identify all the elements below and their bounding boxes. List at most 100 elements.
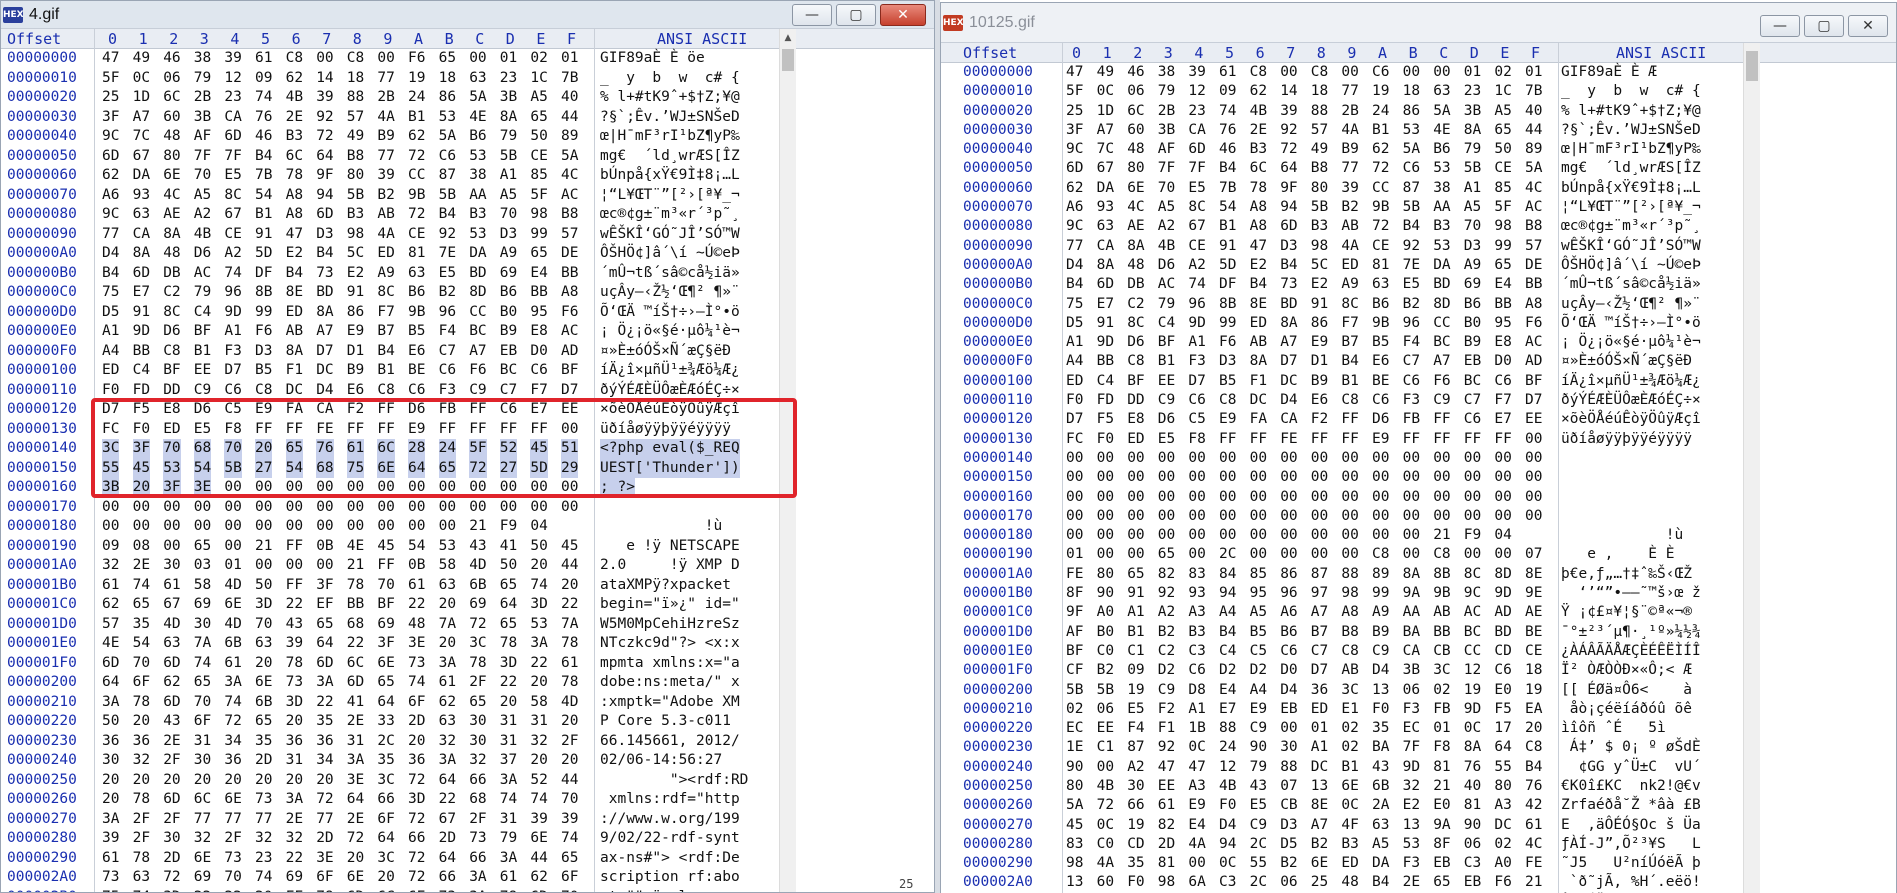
hex-byte: 5B bbox=[1310, 199, 1329, 216]
ascii-text: [[ ÉØä¤Ô6< à bbox=[1561, 681, 1692, 698]
hex-byte: DA bbox=[469, 245, 487, 261]
hex-byte: C6 bbox=[1494, 662, 1512, 679]
hex-byte: 00 bbox=[530, 479, 548, 495]
hex-byte: 02 bbox=[530, 50, 548, 66]
hex-byte: A8 bbox=[1341, 604, 1359, 621]
hex-byte: BB bbox=[1525, 276, 1543, 293]
hex-byte: A9 bbox=[1463, 256, 1482, 273]
hex-byte: F2 bbox=[1310, 411, 1329, 428]
hex-byte: 00 bbox=[1525, 507, 1543, 524]
right-hex-window: HEX 10125.gif — ▢ ✕ Offset 0 1 2 3 4 5 6 7 8 9 A B C D… bbox=[940, 2, 1897, 893]
hex-byte: 78 bbox=[1249, 179, 1268, 196]
hex-byte: D7 bbox=[1310, 662, 1329, 679]
hex-byte: 02 bbox=[1494, 64, 1512, 80]
right-maximize-button[interactable]: ▢ bbox=[1804, 15, 1844, 37]
hex-byte: 00 bbox=[1341, 527, 1359, 544]
hex-byte: 70 bbox=[561, 888, 578, 893]
hex-byte: D5 bbox=[1280, 835, 1298, 852]
hex-byte: C9 bbox=[1157, 681, 1176, 698]
row-offset: 00000040 bbox=[7, 128, 77, 144]
hex-byte: FD bbox=[1096, 392, 1115, 409]
hex-byte: 20 bbox=[255, 654, 273, 671]
hex-byte: 00 bbox=[255, 557, 273, 573]
hex-byte: 00 bbox=[1157, 488, 1176, 505]
hex-byte: F3 bbox=[1402, 855, 1421, 872]
right-scrollbar[interactable] bbox=[1743, 43, 1760, 893]
hex-byte: 61 bbox=[499, 869, 518, 885]
hex-byte: E5 bbox=[1249, 797, 1268, 814]
hex-byte: E6 bbox=[408, 342, 426, 359]
left-scrollbar[interactable]: ▲ bbox=[779, 29, 796, 892]
hex-byte: A8 bbox=[1249, 218, 1268, 235]
hex-byte: FF bbox=[285, 576, 304, 593]
hex-byte: F4 bbox=[1127, 720, 1145, 737]
hex-byte: 20 bbox=[316, 771, 334, 788]
left-scroll-thumb[interactable] bbox=[782, 49, 794, 71]
hex-byte: 5B bbox=[346, 186, 365, 203]
hex-byte: 3C bbox=[377, 771, 395, 788]
hex-byte: E2 bbox=[346, 264, 365, 281]
hex-byte: C8 bbox=[163, 342, 181, 359]
hex-byte: 45 bbox=[561, 537, 579, 554]
right-close-button[interactable]: ✕ bbox=[1848, 15, 1888, 37]
hex-byte: B9 bbox=[499, 323, 518, 339]
hex-byte: 6D bbox=[316, 206, 334, 222]
right-minimize-button[interactable]: — bbox=[1760, 15, 1800, 37]
hex-byte: 8A bbox=[316, 303, 334, 320]
hex-byte: C8 bbox=[1310, 64, 1329, 80]
ascii-text: Õ‘ŒÄ ™íŠ†÷›–Ì°•ö bbox=[1561, 314, 1701, 331]
hex-byte: 6E bbox=[224, 791, 242, 807]
hex-byte: 6C bbox=[377, 439, 395, 459]
right-titlebar[interactable]: HEX 10125.gif — ▢ ✕ bbox=[941, 3, 1896, 43]
hex-byte: A8 bbox=[561, 284, 579, 300]
left-maximize-button[interactable]: ▢ bbox=[836, 4, 876, 26]
hex-byte: 70 bbox=[561, 791, 579, 807]
hex-byte: 72 bbox=[1372, 160, 1390, 177]
hex-byte: DB bbox=[163, 264, 181, 281]
hex-byte: 65 bbox=[1494, 256, 1512, 273]
ascii-text: ðýÝÉÆÈÜÔæÈÆóÉÇ÷× bbox=[1561, 392, 1701, 409]
hex-byte: 3E bbox=[193, 478, 212, 498]
hex-byte: 00 bbox=[1157, 469, 1176, 486]
hex-byte: 6E bbox=[255, 674, 273, 690]
ascii-text: üðíåøÿÿþÿÿéÿÿÿÿ bbox=[600, 420, 740, 437]
ascii-text: e , È È bbox=[1561, 546, 1675, 563]
hex-byte: F6 bbox=[408, 50, 426, 66]
hex-byte: 20 bbox=[255, 771, 273, 788]
left-titlebar[interactable]: HEX 4.gif — ▢ ✕ bbox=[1, 1, 934, 29]
hex-byte: CA bbox=[1402, 642, 1421, 659]
hex-byte: 77 bbox=[377, 69, 395, 86]
hex-byte: 45 bbox=[132, 458, 151, 478]
hex-byte: 00 bbox=[163, 498, 181, 515]
hex-byte: 3A bbox=[438, 654, 457, 671]
hex-byte: 57 bbox=[1310, 121, 1329, 138]
hex-byte: E9 bbox=[346, 323, 365, 339]
hex-byte: 6F bbox=[561, 869, 579, 885]
hex-byte: 6A bbox=[1188, 874, 1206, 891]
right-scroll-thumb[interactable] bbox=[1746, 51, 1758, 81]
hex-byte: 4A bbox=[1341, 237, 1359, 254]
hex-byte: 64 bbox=[316, 147, 334, 164]
hex-byte: F7 bbox=[530, 381, 548, 398]
hex-byte: 8C bbox=[1188, 199, 1206, 216]
left-scroll-up-icon[interactable]: ▲ bbox=[780, 31, 796, 45]
hex-byte: A2 bbox=[1157, 604, 1176, 621]
column-header: F bbox=[567, 30, 577, 48]
hex-byte: FC bbox=[1066, 430, 1084, 447]
hex-byte: 73 bbox=[255, 791, 273, 807]
hex-byte: B3 bbox=[1310, 218, 1329, 235]
hex-byte: BE bbox=[1525, 623, 1543, 640]
hex-byte: 0C bbox=[132, 69, 151, 86]
hex-byte: 19 bbox=[1372, 83, 1390, 100]
hex-byte: 60 bbox=[163, 108, 181, 125]
left-minimize-button[interactable]: — bbox=[792, 4, 832, 26]
hex-byte: 20 bbox=[102, 791, 120, 807]
hex-byte: 7A bbox=[193, 635, 212, 651]
hex-byte: 73 bbox=[1280, 276, 1298, 293]
hex-byte: 79 bbox=[193, 69, 212, 86]
hex-byte: 28 bbox=[408, 439, 426, 459]
hex-byte: 02 bbox=[1494, 835, 1512, 852]
left-close-button[interactable]: ✕ bbox=[880, 4, 926, 26]
hex-byte: 8E bbox=[1525, 565, 1543, 582]
hex-byte: 22 bbox=[194, 888, 211, 893]
